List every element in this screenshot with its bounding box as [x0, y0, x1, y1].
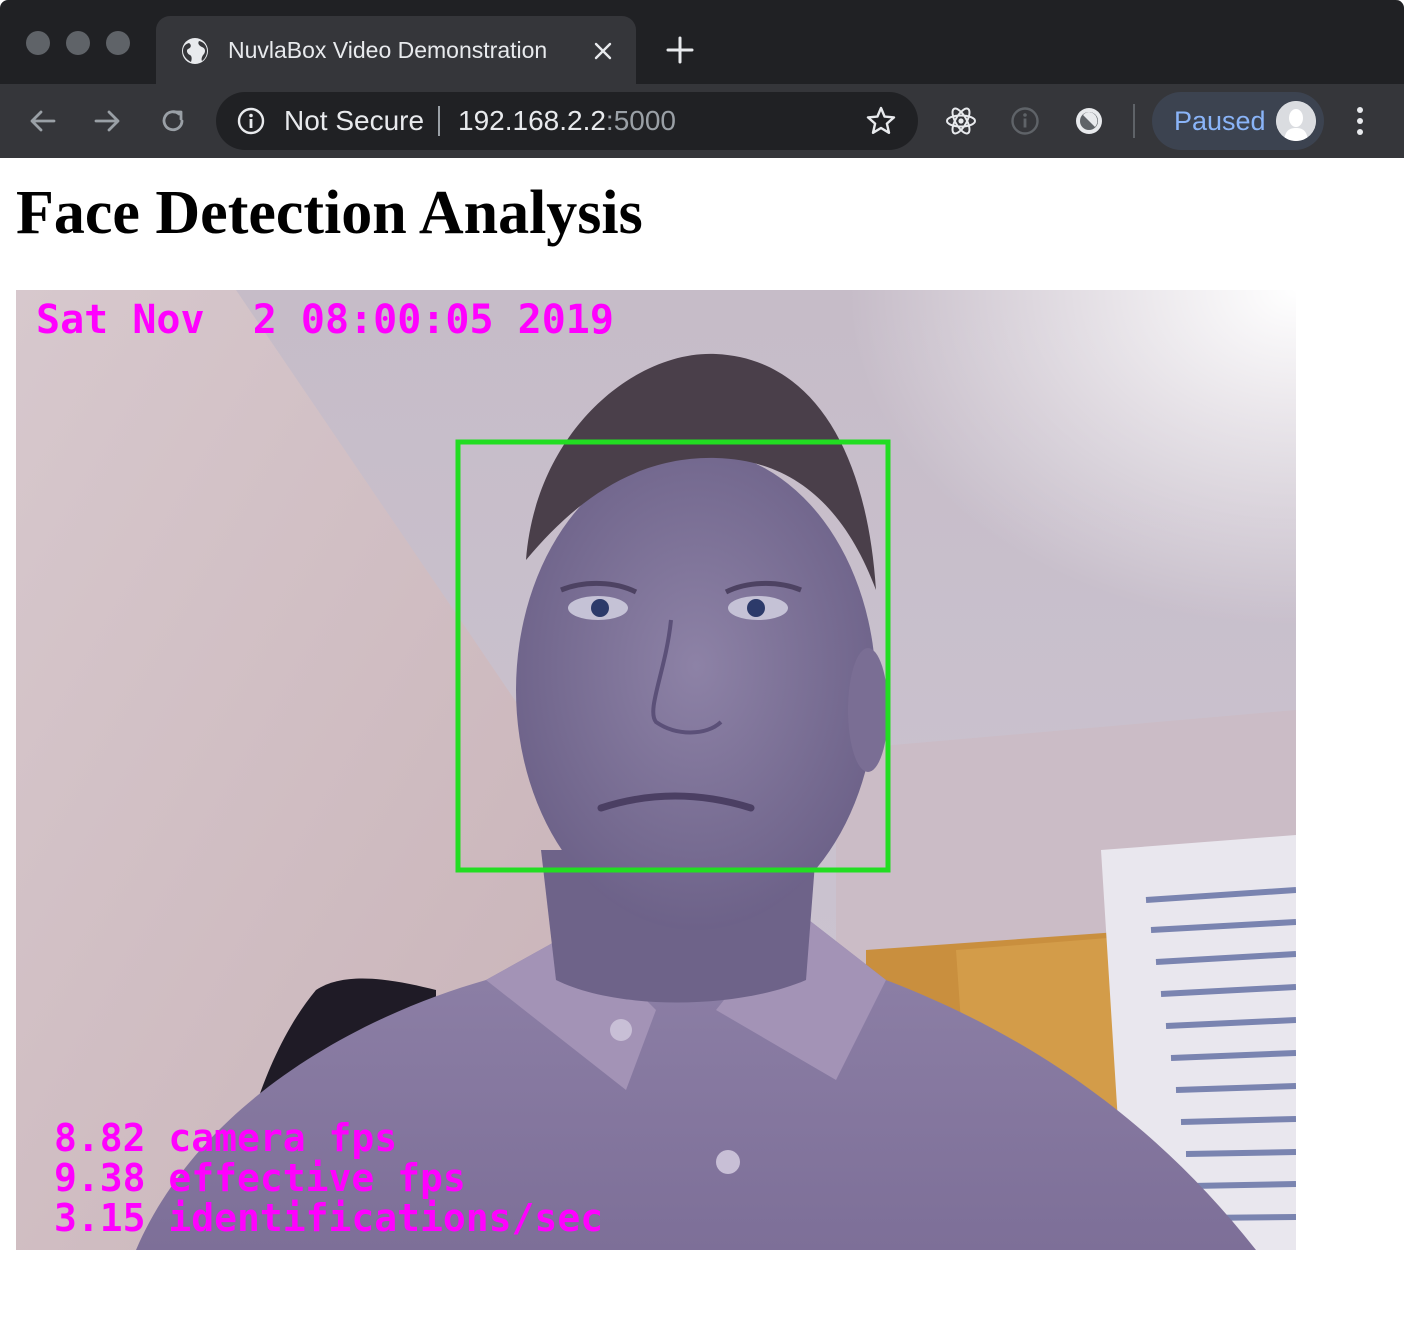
info-icon[interactable]: [236, 106, 266, 136]
url-host: 192.168.2.2: [458, 105, 606, 136]
stat-identifications-rate: 3.15 identifications/sec: [54, 1196, 604, 1240]
security-status-label[interactable]: Not Secure: [284, 105, 424, 137]
url-port: :5000: [605, 105, 676, 136]
globe-icon: [182, 38, 208, 64]
url-text[interactable]: 192.168.2.2:5000: [458, 105, 676, 137]
stat-camera-fps: 8.82 camera fps: [54, 1116, 398, 1160]
extension-info-icon[interactable]: [1008, 104, 1042, 138]
back-arrow-icon[interactable]: [26, 104, 60, 138]
address-divider: [438, 106, 440, 136]
extension-circle-icon[interactable]: [1072, 104, 1106, 138]
page-title: Face Detection Analysis: [16, 179, 643, 247]
bookmark-star-icon[interactable]: [864, 104, 898, 138]
video-stream: Sat Nov 2 08:00:05 2019 8.82 camera fps …: [16, 290, 1296, 1250]
react-devtools-icon[interactable]: [944, 104, 978, 138]
video-timestamp: Sat Nov 2 08:00:05 2019: [36, 297, 614, 343]
reload-icon[interactable]: [156, 104, 190, 138]
window-zoom-control[interactable]: [106, 31, 130, 55]
new-tab-plus-icon[interactable]: [664, 34, 696, 66]
tab-title: NuvlaBox Video Demonstration: [228, 37, 548, 63]
window-minimize-control[interactable]: [66, 31, 90, 55]
close-icon[interactable]: [590, 38, 616, 64]
profile-status-label: Paused: [1174, 106, 1266, 136]
window-close-control[interactable]: [26, 31, 50, 55]
browser-titlebar: NuvlaBox Video Demonstration: [0, 0, 1404, 84]
camera-frame-image: [16, 290, 1296, 1250]
more-vertical-icon[interactable]: [1346, 104, 1374, 138]
forward-arrow-icon[interactable]: [90, 104, 124, 138]
person-silhouette-icon: [1276, 101, 1316, 141]
toolbar-divider: [1133, 104, 1135, 138]
address-bar[interactable]: Not Secure 192.168.2.2:5000: [216, 92, 918, 150]
browser-tab-active[interactable]: NuvlaBox Video Demonstration: [156, 16, 636, 84]
browser-toolbar: Not Secure 192.168.2.2:5000 Paused: [0, 84, 1404, 158]
stat-effective-fps: 9.38 effective fps: [54, 1156, 466, 1200]
avatar: [1276, 101, 1316, 141]
profile-button[interactable]: Paused: [1152, 92, 1324, 150]
